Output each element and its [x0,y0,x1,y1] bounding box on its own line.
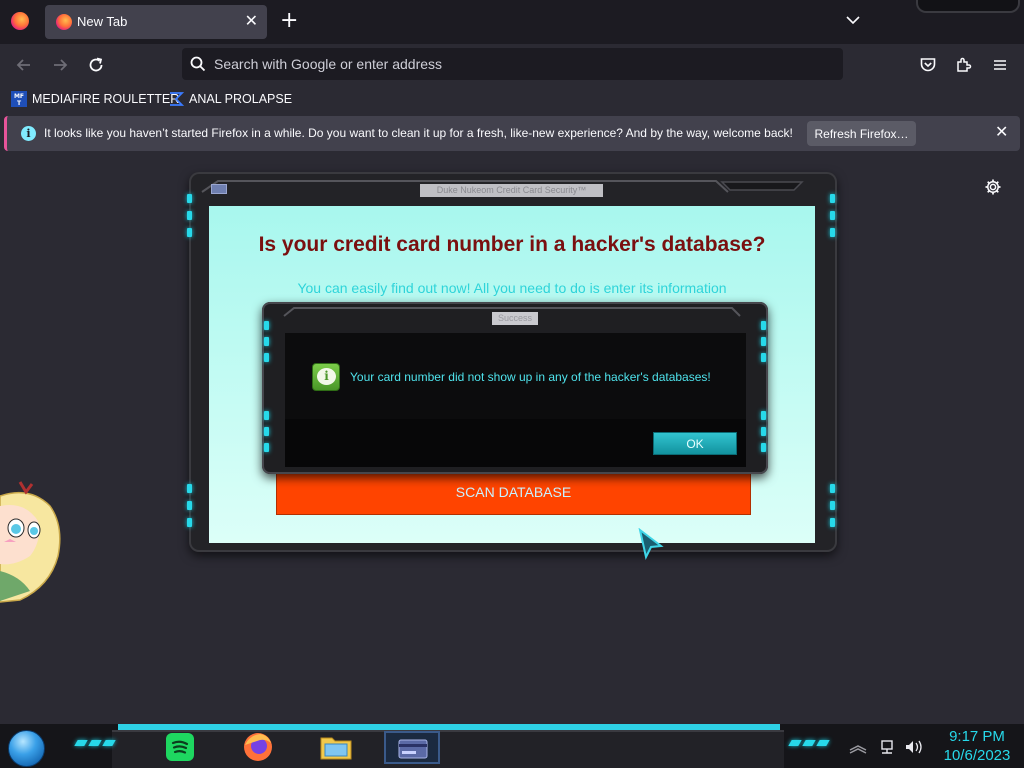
led-decoration [761,321,766,330]
led-decoration [830,501,835,510]
sigma-icon [170,92,184,106]
bookmarks-toolbar: MF T MEDIAFIRE ROULETTER ANAL PROLAPSE [0,86,1024,112]
back-button[interactable] [11,52,37,78]
search-icon [190,56,206,72]
taskbar-app-firefox[interactable] [233,729,283,765]
led-decoration [264,321,269,330]
chevron-up-icon[interactable] [849,745,867,754]
forward-button[interactable] [47,52,73,78]
refresh-firefox-button[interactable]: Refresh Firefox… [807,121,916,146]
navigation-toolbar [0,44,1024,86]
credit-card-icon [398,739,428,759]
page-subtitle: You can easily find out now! All you nee… [297,280,727,296]
reload-icon [89,57,103,72]
led-decoration [761,411,766,420]
volume-icon[interactable] [906,740,922,754]
bookmark-anal-prolapse[interactable]: ANAL PROLAPSE [168,90,292,108]
notification-message: It looks like you haven’t started Firefo… [44,126,793,140]
arrow-left-icon [16,59,30,71]
firefox-icon [244,733,272,761]
window-title: Duke Nukeom Credit Card Security™ [420,184,603,197]
dialog-title: Success [492,312,538,325]
info-icon: i [21,126,36,141]
firefox-view-icon[interactable] [11,12,29,30]
arrow-right-icon [54,59,68,71]
clock-time[interactable]: 9:17 PM [934,728,1020,745]
led-decoration [264,443,269,452]
page-title: Is your credit card number in a hacker's… [258,233,766,256]
dialog-message: Your card number did not show up in any … [350,370,711,384]
notification-bar: i It looks like you haven’t started Fire… [4,116,1020,151]
tab-bar: New Tab ✕ + [0,0,1024,44]
firefox-icon [56,14,72,30]
led-decoration [187,484,192,493]
mouse-cursor-icon [638,528,664,560]
led-decoration [264,337,269,346]
window-frame-decoration [916,0,1020,13]
taskbar-rail [112,730,784,768]
mediafire-icon: MF T [11,91,27,107]
bookmark-label: ANAL PROLAPSE [189,92,293,106]
bookmark-label: MEDIAFIRE ROULETTER [32,92,180,106]
new-tab-button[interactable]: + [280,10,298,32]
gear-icon[interactable] [984,178,1002,196]
svg-text:MF: MF [14,93,24,100]
spotify-icon [166,733,194,761]
system-tray [849,740,922,754]
taskbar-app-scam[interactable] [384,731,440,764]
network-icon[interactable] [881,740,893,754]
start-button[interactable] [8,730,45,767]
url-input[interactable] [214,53,814,75]
info-bubble: i [317,368,336,385]
led-decoration [264,411,269,420]
led-decoration [187,194,192,203]
close-tab-icon[interactable]: ✕ [245,11,258,30]
led-decoration [264,353,269,362]
close-icon[interactable]: ✕ [995,122,1008,141]
taskbar-accent-strip [118,724,780,730]
window-system-icon[interactable] [211,184,227,194]
led-decoration [761,427,766,436]
extensions-button[interactable] [951,52,977,78]
pocket-icon [920,58,936,72]
puzzle-piece-icon [957,57,972,72]
led-decoration [830,518,835,527]
taskbar-app-spotify[interactable] [155,729,205,765]
reload-button[interactable] [83,52,109,78]
scan-database-button[interactable]: SCAN DATABASE [276,469,751,515]
led-decoration [187,501,192,510]
led-decoration [187,518,192,527]
led-decoration [761,353,766,362]
led-decoration [761,337,766,346]
clock-date[interactable]: 10/6/2023 [934,747,1020,764]
led-decoration [830,484,835,493]
cartoon-character-image [0,481,61,603]
led-decoration [187,228,192,237]
chevron-down-icon[interactable] [845,12,861,28]
taskbar-app-file-explorer[interactable] [311,729,361,765]
hamburger-menu-icon [994,60,1006,70]
led-decoration [187,211,192,220]
bookmark-mediafire-rouletter[interactable]: MF T MEDIAFIRE ROULETTER [11,90,179,108]
led-decoration [830,228,835,237]
info-icon: i [312,363,340,391]
led-decoration [761,443,766,452]
address-bar[interactable] [182,48,843,80]
led-decoration [264,427,269,436]
ok-button[interactable]: OK [653,432,737,455]
led-decoration [830,194,835,203]
app-menu-button[interactable] [987,52,1013,78]
file-explorer-icon [320,737,352,760]
tab-title: New Tab [77,14,128,29]
tab-new-tab[interactable]: New Tab ✕ [45,5,267,39]
led-decoration [830,211,835,220]
pocket-button[interactable] [915,52,941,78]
